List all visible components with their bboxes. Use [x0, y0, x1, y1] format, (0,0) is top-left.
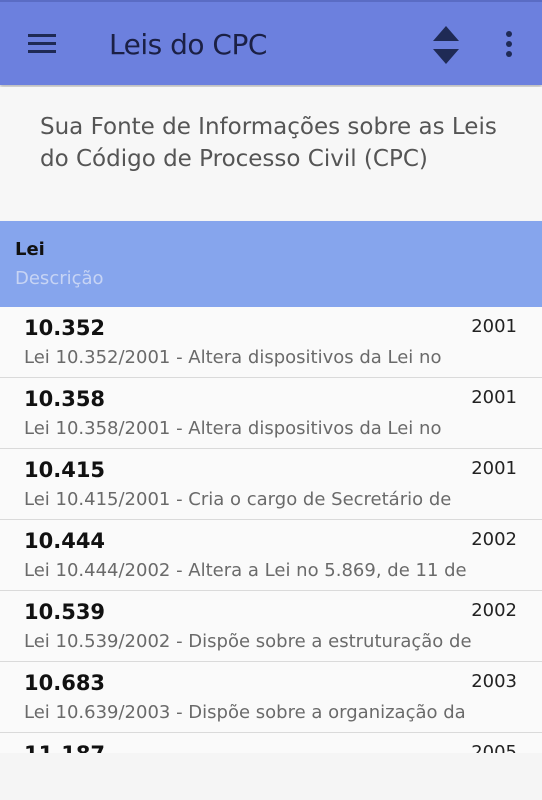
law-year: 2001	[471, 387, 517, 408]
list-header: Lei Descrição	[0, 221, 542, 307]
law-row[interactable]: 10.358 2001 Lei 10.358/2001 - Altera dis…	[0, 378, 542, 449]
law-year: 2002	[471, 600, 517, 621]
law-year: 2005	[471, 742, 517, 753]
bottom-area	[0, 753, 542, 800]
law-number: 10.539	[24, 600, 106, 624]
law-row[interactable]: 10.352 2001 Lei 10.352/2001 - Altera dis…	[0, 307, 542, 378]
law-row[interactable]: 10.415 2001 Lei 10.415/2001 - Cria o car…	[0, 449, 542, 520]
law-row[interactable]: 10.683 2003 Lei 10.639/2003 - Dispõe sob…	[0, 662, 542, 733]
law-number: 10.352	[24, 316, 106, 340]
sort-up-down-icon	[433, 26, 459, 64]
law-number: 10.358	[24, 387, 106, 411]
law-description: Lei 10.415/2001 - Cria o cargo de Secret…	[24, 489, 452, 510]
law-list[interactable]: 10.352 2001 Lei 10.352/2001 - Altera dis…	[0, 307, 542, 753]
law-row[interactable]: 10.539 2002 Lei 10.539/2002 - Dispõe sob…	[0, 591, 542, 662]
header-lei: Lei	[15, 239, 45, 260]
header-descricao: Descrição	[15, 268, 104, 289]
law-number: 10.415	[24, 458, 106, 482]
law-year: 2001	[471, 458, 517, 479]
law-row[interactable]: 11.187 2005	[0, 733, 542, 753]
intro-banner: Sua Fonte de Informações sobre as Leis d…	[0, 87, 542, 220]
law-description: Lei 10.358/2001 - Altera dispositivos da…	[24, 418, 442, 439]
law-description: Lei 10.639/2003 - Dispõe sobre a organiz…	[24, 702, 466, 723]
law-year: 2002	[471, 529, 517, 550]
app-title: Leis do CPC	[109, 28, 267, 61]
law-row[interactable]: 10.444 2002 Lei 10.444/2002 - Altera a L…	[0, 520, 542, 591]
intro-text: Sua Fonte de Informações sobre as Leis d…	[40, 114, 497, 172]
law-number: 10.683	[24, 671, 106, 695]
law-number: 10.444	[24, 529, 106, 553]
more-options-button[interactable]	[492, 24, 526, 64]
law-year: 2001	[471, 316, 517, 337]
app-bar: Leis do CPC	[0, 0, 542, 85]
law-description: Lei 10.352/2001 - Altera dispositivos da…	[24, 347, 442, 368]
sort-button[interactable]	[424, 22, 468, 68]
law-description: Lei 10.444/2002 - Altera a Lei no 5.869,…	[24, 560, 467, 581]
law-description: Lei 10.539/2002 - Dispõe sobre a estrutu…	[24, 631, 472, 652]
law-year: 2003	[471, 671, 517, 692]
menu-button[interactable]	[18, 24, 66, 64]
law-number: 11.187	[24, 742, 105, 753]
